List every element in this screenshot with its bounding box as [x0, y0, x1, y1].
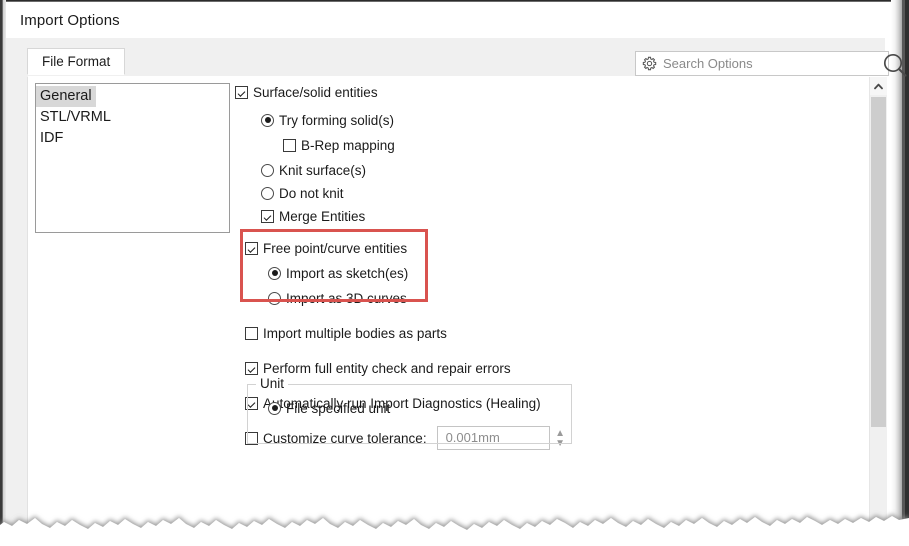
unit-group-box: Unit File specified unit: [247, 376, 572, 444]
checkbox-merge-entities[interactable]: Merge Entities: [261, 205, 835, 227]
title-bar: Import Options: [6, 3, 885, 38]
checkbox-perform-full-entity-check[interactable]: Perform full entity check and repair err…: [245, 357, 835, 379]
checkbox-import-multiple-bodies-as-parts[interactable]: Import multiple bodies as parts: [245, 322, 835, 344]
radio-knit-surfaces-label: Knit surface(s): [279, 162, 367, 178]
radio-import-as-3d-curves-label: Import as 3D curves: [286, 290, 407, 306]
radio-file-specified-unit-dot[interactable]: [268, 401, 281, 415]
radio-do-not-knit[interactable]: Do not knit: [261, 182, 835, 204]
checkbox-free-point-curve-entities[interactable]: Free point/curve entities: [245, 237, 835, 259]
checkbox-perform-full-entity-check-box[interactable]: [245, 361, 258, 375]
checkbox-import-multiple-bodies-as-parts-label: Import multiple bodies as parts: [263, 325, 447, 341]
tab-file-format[interactable]: File Format: [27, 48, 126, 75]
radio-do-not-knit-label: Do not knit: [279, 185, 344, 201]
checkbox-merge-entities-box[interactable]: [261, 209, 274, 223]
search-options-box[interactable]: Search Options: [635, 51, 907, 77]
options-scrollbar[interactable]: [869, 77, 887, 543]
window-frame-right: [891, 0, 909, 546]
search-input-placeholder[interactable]: Search Options: [663, 56, 753, 71]
unit-group-title: Unit: [256, 376, 289, 391]
checkbox-import-multiple-bodies-as-parts-box[interactable]: [245, 326, 258, 340]
window-title: Import Options: [20, 12, 120, 29]
checkbox-brep-mapping-box[interactable]: [283, 138, 296, 152]
gear-icon: [642, 56, 657, 71]
scrollbar-up-arrow[interactable]: [870, 77, 887, 95]
checkbox-free-point-curve-entities-box[interactable]: [245, 241, 258, 255]
radio-do-not-knit-dot[interactable]: [261, 186, 274, 200]
radio-knit-surfaces[interactable]: Knit surface(s): [261, 159, 835, 181]
scrollbar-thumb[interactable]: [871, 97, 886, 427]
options-content-area: General STL/VRML IDF Surface/solid entit…: [27, 76, 887, 543]
list-item-idf[interactable]: IDF: [36, 128, 229, 149]
import-options-window: Import Options File Format Search Option…: [0, 0, 909, 546]
dialog-panel: File Format Search Options General STL/V…: [6, 38, 907, 543]
checkbox-perform-full-entity-check-label: Perform full entity check and repair err…: [263, 360, 511, 376]
radio-try-forming-solid[interactable]: Try forming solid(s): [261, 109, 835, 131]
radio-try-forming-solid-dot[interactable]: [261, 113, 274, 127]
radio-try-forming-solid-label: Try forming solid(s): [279, 112, 395, 128]
checkbox-brep-mapping-label: B-Rep mapping: [301, 137, 395, 153]
checkbox-surface-solid-entities-box[interactable]: [235, 85, 248, 99]
radio-knit-surfaces-dot[interactable]: [261, 163, 274, 177]
radio-file-specified-unit-label: File specified unit: [286, 400, 391, 416]
radio-file-specified-unit[interactable]: File specified unit: [268, 397, 571, 419]
list-item-stl-vrml[interactable]: STL/VRML: [36, 107, 229, 128]
radio-import-as-sketches[interactable]: Import as sketch(es): [268, 262, 835, 284]
chevron-up-icon: [874, 83, 883, 89]
radio-import-as-sketches-label: Import as sketch(es): [286, 265, 409, 281]
radio-import-as-3d-curves[interactable]: Import as 3D curves: [268, 287, 835, 309]
radio-import-as-sketches-dot[interactable]: [268, 266, 281, 280]
options-column: Surface/solid entities Try forming solid…: [235, 77, 835, 451]
list-item-general[interactable]: General: [36, 86, 96, 107]
dialog-panel-inner: File Format Search Options General STL/V…: [13, 38, 907, 543]
checkbox-surface-solid-entities-label: Surface/solid entities: [253, 84, 378, 100]
checkbox-surface-solid-entities[interactable]: Surface/solid entities: [235, 81, 835, 103]
tab-strip: File Format Search Options: [27, 48, 907, 77]
checkbox-brep-mapping[interactable]: B-Rep mapping: [283, 134, 835, 156]
magnifier-icon[interactable]: [880, 51, 909, 79]
file-format-list[interactable]: General STL/VRML IDF: [35, 83, 230, 233]
checkbox-merge-entities-label: Merge Entities: [279, 208, 366, 224]
radio-import-as-3d-curves-dot[interactable]: [268, 291, 281, 305]
checkbox-free-point-curve-entities-label: Free point/curve entities: [263, 240, 408, 256]
